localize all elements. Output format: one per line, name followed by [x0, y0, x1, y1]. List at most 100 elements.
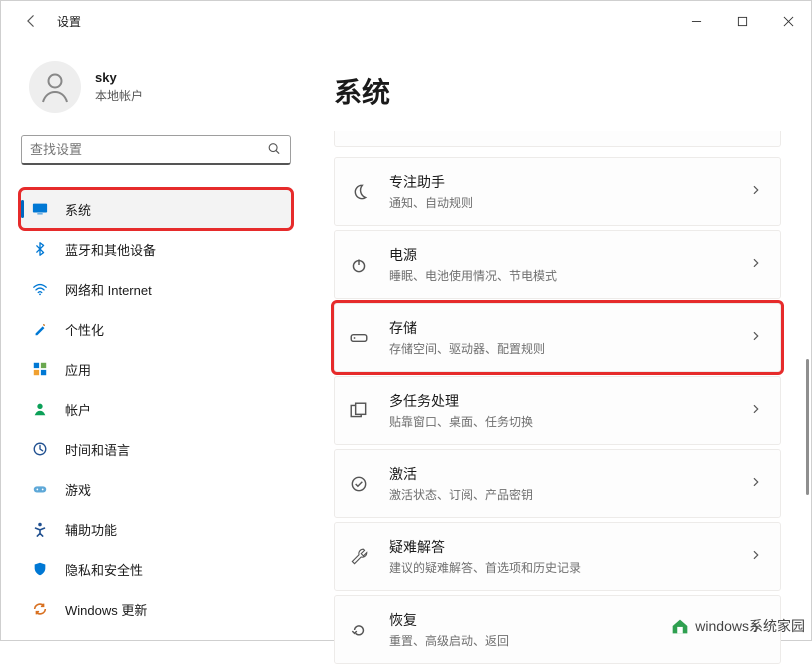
setting-subtitle: 存储空间、驱动器、配置规则 [389, 340, 732, 357]
user-info: sky 本地帐户 [95, 70, 143, 104]
content-area: sky 本地帐户 系统蓝牙和其他设备网络和 Internet 个性化应用帐户时间和… [1, 41, 811, 640]
person-icon [31, 400, 49, 418]
setting-title: 电源 [389, 245, 732, 265]
back-button[interactable] [11, 1, 51, 41]
nav-item-2[interactable]: 网络和 Internet [21, 270, 291, 308]
page-title: 系统 [334, 71, 781, 111]
window-title: 设置 [57, 13, 81, 30]
setting-item-2[interactable]: 存储存储空间、驱动器、配置规则 [334, 303, 781, 372]
search-wrap [21, 135, 291, 165]
maximize-button[interactable] [719, 1, 765, 41]
wrench-icon [347, 545, 371, 569]
moon-icon [347, 180, 371, 204]
avatar [29, 61, 81, 113]
setting-text: 多任务处理贴靠窗口、桌面、任务切换 [389, 391, 732, 430]
chevron-right-icon [750, 330, 764, 345]
maximize-icon [737, 16, 748, 27]
setting-title: 存储 [389, 318, 732, 338]
multitask-icon [347, 399, 371, 423]
nav-item-9[interactable]: 隐私和安全性 [21, 550, 291, 588]
wifi-icon [31, 280, 49, 298]
settings-window: 设置 sky 本地帐户 系统蓝牙和其他设备网络和 Internet 个性化应用帐户… [0, 0, 812, 641]
search-icon [267, 142, 281, 159]
setting-text: 存储存储空间、驱动器、配置规则 [389, 318, 732, 357]
nav-label: 帐户 [65, 400, 91, 419]
setting-text: 电源睡眠、电池使用情况、节电模式 [389, 245, 732, 284]
nav-item-8[interactable]: 辅助功能 [21, 510, 291, 548]
setting-text: 疑难解答建议的疑难解答、首选项和历史记录 [389, 537, 732, 576]
scrollbar-track[interactable] [804, 41, 811, 640]
nav-item-4[interactable]: 应用 [21, 350, 291, 388]
setting-subtitle: 通知、自动规则 [389, 194, 732, 211]
bluetooth-icon [31, 240, 49, 258]
sidebar: sky 本地帐户 系统蓝牙和其他设备网络和 Internet 个性化应用帐户时间和… [1, 41, 306, 640]
nav-item-5[interactable]: 帐户 [21, 390, 291, 428]
user-block[interactable]: sky 本地帐户 [21, 41, 291, 135]
nav-label: 辅助功能 [65, 520, 117, 539]
setting-subtitle: 贴靠窗口、桌面、任务切换 [389, 413, 732, 430]
nav-label: Windows 更新 [65, 600, 147, 619]
search-input[interactable] [21, 135, 291, 165]
back-arrow-icon [24, 14, 38, 28]
nav-label: 网络和 Internet [65, 280, 152, 299]
nav-item-10[interactable]: Windows 更新 [21, 590, 291, 628]
nav-item-1[interactable]: 蓝牙和其他设备 [21, 230, 291, 268]
apps-icon [31, 360, 49, 378]
brush-icon [31, 320, 49, 338]
nav-label: 系统 [65, 200, 91, 219]
user-account-type: 本地帐户 [95, 87, 143, 104]
person-icon [35, 67, 75, 107]
setting-subtitle: 睡眠、电池使用情况、节电模式 [389, 267, 732, 284]
accessibility-icon [31, 520, 49, 538]
watermark: windows系统家园 [669, 616, 805, 636]
shield-icon [31, 560, 49, 578]
monitor-icon [31, 200, 49, 218]
scrollbar-thumb[interactable] [806, 359, 809, 495]
nav-label: 应用 [65, 360, 91, 379]
nav-item-7[interactable]: 游戏 [21, 470, 291, 508]
chevron-right-icon [750, 403, 764, 418]
nav-label: 个性化 [65, 320, 104, 339]
setting-title: 专注助手 [389, 172, 732, 192]
nav-label: 时间和语言 [65, 440, 130, 459]
update-icon [31, 600, 49, 618]
time-icon [31, 440, 49, 458]
nav-item-0[interactable]: 系统 [21, 190, 291, 228]
setting-title: 多任务处理 [389, 391, 732, 411]
setting-title: 激活 [389, 464, 732, 484]
settings-list: 专注助手通知、自动规则电源睡眠、电池使用情况、节电模式存储存储空间、驱动器、配置… [334, 131, 781, 664]
setting-subtitle: 建议的疑难解答、首选项和历史记录 [389, 559, 732, 576]
setting-item-4[interactable]: 激活激活状态、订阅、产品密钥 [334, 449, 781, 518]
close-button[interactable] [765, 1, 811, 41]
setting-item-3[interactable]: 多任务处理贴靠窗口、桌面、任务切换 [334, 376, 781, 445]
game-icon [31, 480, 49, 498]
minimize-button[interactable] [673, 1, 719, 41]
nav-list: 系统蓝牙和其他设备网络和 Internet 个性化应用帐户时间和语言游戏辅助功能隐… [21, 190, 291, 628]
setting-title: 疑难解答 [389, 537, 732, 557]
titlebar: 设置 [1, 1, 811, 41]
close-icon [783, 16, 794, 27]
main-pane: 系统 专注助手通知、自动规则电源睡眠、电池使用情况、节电模式存储存储空间、驱动器… [306, 41, 811, 640]
setting-text: 激活激活状态、订阅、产品密钥 [389, 464, 732, 503]
setting-item-0[interactable]: 专注助手通知、自动规则 [334, 157, 781, 226]
setting-text: 专注助手通知、自动规则 [389, 172, 732, 211]
chevron-right-icon [750, 184, 764, 199]
storage-icon [347, 326, 371, 350]
chevron-right-icon [750, 257, 764, 272]
setting-subtitle: 激活状态、订阅、产品密钥 [389, 486, 732, 503]
setting-item-1[interactable]: 电源睡眠、电池使用情况、节电模式 [334, 230, 781, 299]
brand-text: windows系统家园 [695, 616, 805, 636]
nav-label: 蓝牙和其他设备 [65, 240, 156, 259]
nav-item-3[interactable]: 个性化 [21, 310, 291, 348]
nav-label: 隐私和安全性 [65, 560, 143, 579]
activate-icon [347, 472, 371, 496]
nav-item-6[interactable]: 时间和语言 [21, 430, 291, 468]
chevron-right-icon [750, 476, 764, 491]
minimize-icon [691, 16, 702, 27]
chevron-right-icon [750, 549, 764, 564]
window-controls [673, 1, 811, 41]
nav-label: 游戏 [65, 480, 91, 499]
settings-item-partial-top[interactable] [334, 131, 781, 147]
setting-item-5[interactable]: 疑难解答建议的疑难解答、首选项和历史记录 [334, 522, 781, 591]
user-name: sky [95, 70, 143, 85]
